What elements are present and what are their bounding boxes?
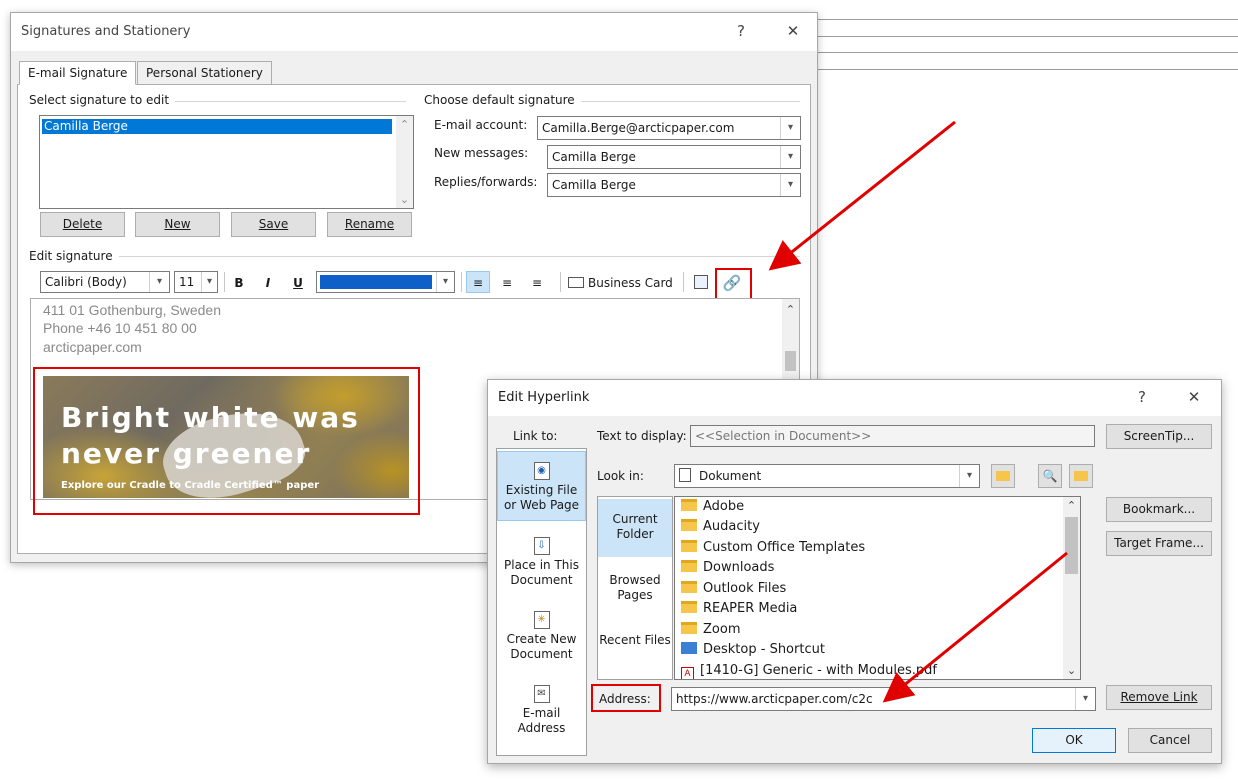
annotation-arrow	[882, 551, 1068, 703]
tab-email-signature[interactable]: E-mail Signature	[19, 61, 137, 85]
annotation-arrows	[768, 120, 1068, 703]
annotation-arrow	[768, 120, 956, 271]
tab-label: E-mail Signature	[28, 66, 128, 80]
